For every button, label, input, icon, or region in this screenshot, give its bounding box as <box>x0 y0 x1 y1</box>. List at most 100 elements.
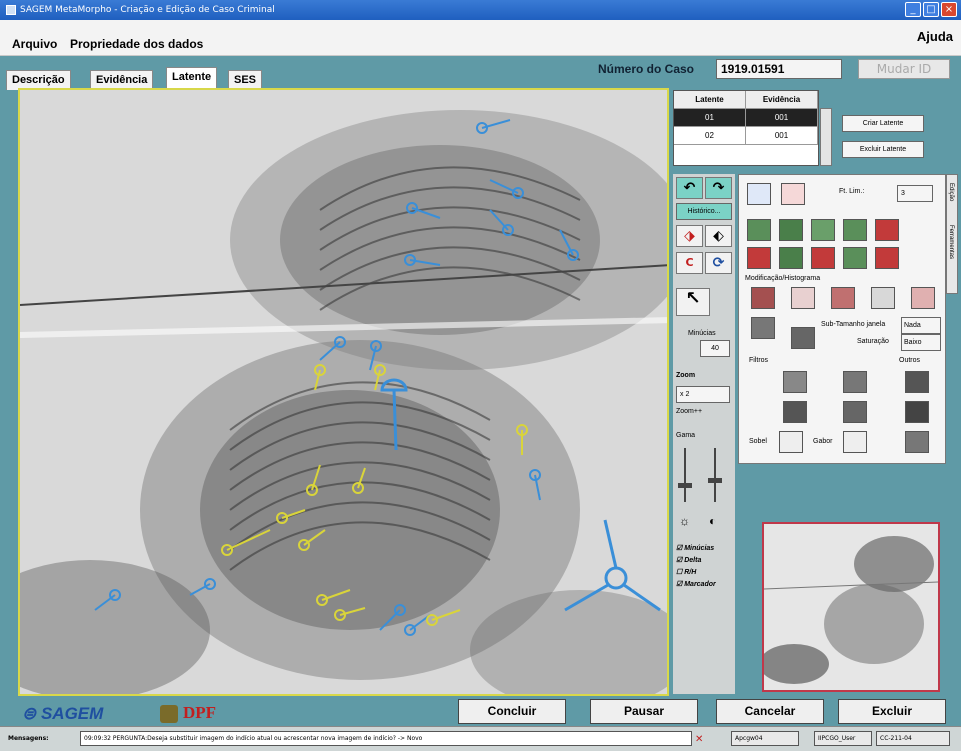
conclude-button[interactable]: Concluir <box>458 699 566 724</box>
filter-icon[interactable] <box>783 401 807 423</box>
latent-image-panel[interactable] <box>18 88 669 696</box>
rotate-right-icon[interactable]: ↷ <box>705 177 732 199</box>
filter-icon[interactable] <box>905 401 929 423</box>
minimize-button[interactable]: _ <box>905 2 921 17</box>
clear-message-icon[interactable]: ✕ <box>695 734 703 745</box>
dpf-logo: DPF <box>160 703 217 724</box>
filter-icon[interactable] <box>843 247 867 269</box>
window-size-label: Sub-Tamanho janela <box>821 321 886 328</box>
table-row[interactable]: 01 001 <box>674 109 818 127</box>
delete-latent-button[interactable]: Excluir Latente <box>842 141 924 158</box>
tab-edit[interactable]: Edição <box>948 183 954 201</box>
case-number-field[interactable]: 1919.01591 <box>716 59 842 79</box>
flip-vertical-icon[interactable]: ⬖ <box>705 225 732 247</box>
filter-icon[interactable] <box>843 371 867 393</box>
create-latent-button[interactable]: Criar Latente <box>842 115 924 132</box>
histogram-icon[interactable] <box>791 287 815 309</box>
maximize-button[interactable]: □ <box>923 2 939 17</box>
zoom-select[interactable]: x 2 <box>676 386 730 403</box>
image-preview[interactable] <box>762 522 940 692</box>
histogram-icon[interactable] <box>911 287 935 309</box>
message-field[interactable]: 09:09:32 PERGUNTA:Deseja substituir imag… <box>80 731 692 746</box>
menu-properties[interactable]: Propriedade dos dados <box>70 37 203 51</box>
shape-icon[interactable] <box>747 183 771 205</box>
table-cell: 02 <box>674 127 746 144</box>
filter-icon[interactable] <box>783 371 807 393</box>
sobel-icon[interactable] <box>779 431 803 453</box>
filter-icon[interactable] <box>811 219 835 241</box>
gamma-slider-handle[interactable] <box>678 483 692 488</box>
menu-help[interactable]: Ajuda <box>917 29 953 44</box>
table-cell: 001 <box>746 109 818 126</box>
crop-icon[interactable]: C <box>676 252 703 274</box>
pause-button[interactable]: Pausar <box>590 699 698 724</box>
gamma-slider[interactable] <box>684 448 686 502</box>
history-button[interactable]: Histórico... <box>676 203 732 220</box>
gamma-checkbox[interactable]: Gama <box>676 432 695 439</box>
delete-button[interactable]: Excluir <box>838 699 946 724</box>
refresh-icon[interactable]: ⟳ <box>705 252 732 274</box>
column-header-latent[interactable]: Latente <box>674 91 746 108</box>
filter-icon[interactable] <box>843 219 867 241</box>
brightness-icon: ☼ <box>679 514 690 528</box>
tab-ses[interactable]: SES <box>228 70 263 90</box>
contrast-slider[interactable] <box>714 448 716 502</box>
station-field: IIPCGO_User <box>814 731 872 746</box>
filter-icon[interactable] <box>779 219 803 241</box>
marker-checkbox[interactable]: ☑ Marcador <box>676 580 716 588</box>
shape-remove-icon[interactable] <box>781 183 805 205</box>
histogram-icon[interactable] <box>751 287 775 309</box>
filter-icon[interactable] <box>747 219 771 241</box>
filter-icon[interactable] <box>779 247 803 269</box>
menu-bar: Arquivo Propriedade dos dados Ajuda <box>0 20 961 56</box>
filter-icon[interactable] <box>747 247 771 269</box>
sagem-logo-text: SAGEM <box>40 704 104 723</box>
dpf-badge-icon <box>160 705 178 724</box>
filter-icon[interactable] <box>875 247 899 269</box>
status-bar: Mensagens: 09:09:32 PERGUNTA:Deseja subs… <box>0 726 961 751</box>
others-label: Outros <box>899 357 921 364</box>
gabor-icon[interactable] <box>843 431 867 453</box>
flip-horizontal-icon[interactable]: ⬗ <box>676 225 703 247</box>
histogram-icon[interactable] <box>831 287 855 309</box>
dpf-logo-text: DPF <box>183 703 217 722</box>
tab-evidence[interactable]: Evidência <box>90 70 154 90</box>
close-button[interactable]: × <box>941 2 957 17</box>
texture-icon[interactable] <box>751 317 775 339</box>
latent-table-header: Latente Evidência <box>674 91 818 109</box>
app-icon <box>6 5 16 15</box>
contrast-slider-handle[interactable] <box>708 478 722 483</box>
case-number-label: Número do Caso <box>598 62 695 76</box>
tab-tools[interactable]: Ferramentas <box>948 225 954 259</box>
rotate-left-icon[interactable]: ↶ <box>676 177 703 199</box>
filter-icon[interactable] <box>875 219 899 241</box>
ft-limit-spinner[interactable]: 3 <box>897 185 933 202</box>
latent-table-scrollbar[interactable] <box>820 108 832 166</box>
rh-checkbox[interactable]: ☐ R/H <box>676 568 696 576</box>
minutiae-checkbox[interactable]: ☑ Minúcias <box>676 544 714 552</box>
zoom-plus-checkbox[interactable]: Zoom++ <box>676 408 702 415</box>
cancel-button[interactable]: Cancelar <box>716 699 824 724</box>
pointer-icon[interactable]: ↖ <box>676 288 710 316</box>
filter-icon[interactable] <box>843 401 867 423</box>
preview-image <box>764 524 938 690</box>
filter-icon[interactable] <box>811 247 835 269</box>
menu-file[interactable]: Arquivo <box>12 37 57 51</box>
window-title: SAGEM MetaMorpho - Criação e Edição de C… <box>20 5 275 15</box>
change-id-button[interactable]: Mudar ID <box>858 59 950 79</box>
delta-checkbox[interactable]: ☑ Delta <box>676 556 701 564</box>
histogram-icon[interactable] <box>871 287 895 309</box>
sagem-logo: ⊜ SAGEM <box>22 704 103 724</box>
sagem-icon: ⊜ <box>22 704 41 723</box>
messages-label: Mensagens: <box>8 735 49 742</box>
texture-icon[interactable] <box>791 327 815 349</box>
table-row[interactable]: 02 001 <box>674 127 818 145</box>
filter-icon[interactable] <box>905 371 929 393</box>
latent-table: Latente Evidência 01 001 02 001 <box>673 90 819 166</box>
window-size-select[interactable]: Nada <box>901 317 941 334</box>
column-header-evidence[interactable]: Evidência <box>746 91 818 108</box>
filter-icon[interactable] <box>905 431 929 453</box>
saturation-select[interactable]: Baixo <box>901 334 941 351</box>
tab-description[interactable]: Descrição <box>6 70 71 90</box>
side-tabs: Edição Ferramentas <box>946 174 958 294</box>
